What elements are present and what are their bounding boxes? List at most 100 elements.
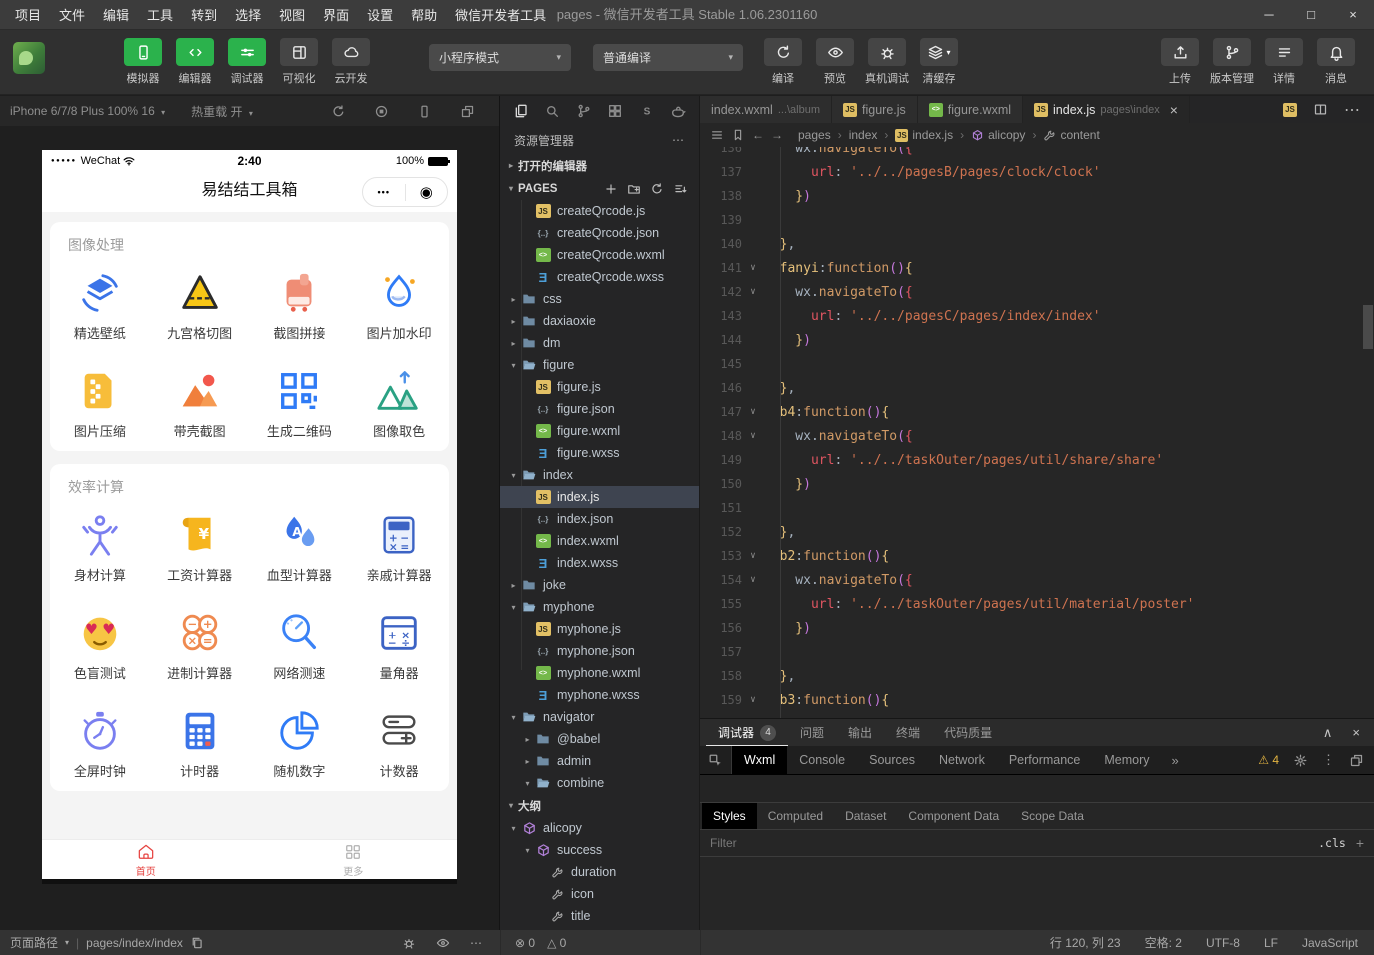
devtools-tab-sources[interactable]: Sources [857,746,927,774]
devtools-tab-wxml[interactable]: Wxml [732,746,787,774]
preview-eye-icon[interactable] [436,936,450,950]
详情-button[interactable]: 详情 [1259,38,1309,86]
真机调试-button[interactable]: 真机调试 [862,38,912,86]
menu-item-10[interactable]: 微信开发者工具 [446,5,555,24]
close-panel-icon[interactable]: × [1352,725,1360,741]
devtools-tab-network[interactable]: Network [927,746,997,774]
menu-item-9[interactable]: 帮助 [402,5,446,24]
devtools-tab-console[interactable]: Console [787,746,857,774]
more-icon[interactable]: ⋯ [470,936,482,950]
debugger-tab-输出[interactable]: 输出 [836,719,884,746]
breadcrumb-index[interactable]: index [849,128,878,142]
tree-item-createqrcode-js[interactable]: JS createQrcode.js [500,200,699,222]
debugger-tab-问题[interactable]: 问题 [788,719,836,746]
close-button[interactable]: × [1332,0,1374,30]
record-icon[interactable] [374,104,389,119]
fold-icon[interactable]: ∨ [742,431,764,441]
fold-icon[interactable]: ∨ [742,263,764,273]
encoding[interactable]: UTF-8 [1206,936,1240,950]
app-item-watermark[interactable]: 图片加水印 [349,255,449,353]
tree-item-index-json[interactable]: {..} index.json [500,508,699,530]
bookmark-icon[interactable] [731,128,745,142]
compile-mode-select[interactable]: 普通编译 ▾ [593,44,743,71]
menu-item-7[interactable]: 界面 [314,5,358,24]
more-actions-icon[interactable]: ⋯ [672,133,685,147]
app-item-ninegrid[interactable]: 九宫格切图 [150,255,250,353]
breadcrumb-content[interactable]: content [1043,128,1099,142]
tree-item-index[interactable]: ▾ index [500,464,699,486]
tree-item-title[interactable]: title [500,905,699,927]
编译-button[interactable]: 编译 [758,38,808,86]
editor-tab-figure-js[interactable]: JSfigure.js [832,96,918,123]
版本管理-button[interactable]: 版本管理 [1207,38,1257,86]
app-item-shellshot[interactable]: 带壳截图 [150,353,250,451]
menu-item-8[interactable]: 设置 [358,5,402,24]
warnings-badge[interactable]: ⚠ 4 [1258,753,1279,767]
app-item-protractor[interactable]: +×−÷ 量角器 [349,595,449,693]
minimize-button[interactable]: ─ [1248,0,1290,30]
tree-item-createqrcode-json[interactable]: {..} createQrcode.json [500,222,699,244]
styles-tab-dataset[interactable]: Dataset [834,803,897,829]
tree-item-alicopy[interactable]: ▾ alicopy [500,817,699,839]
menu-item-1[interactable]: 文件 [50,5,94,24]
language-mode[interactable]: JavaScript [1302,936,1358,950]
kebab-menu-icon[interactable]: ⋮ [1322,752,1335,768]
debugger-tab-调试器[interactable]: 调试器4 [706,719,788,746]
app-item-base[interactable]: −+×= 进制计算器 [150,595,250,693]
device-select[interactable]: iPhone 6/7/8 Plus 100% 16 ▾ [10,104,165,118]
消息-button[interactable]: 消息 [1311,38,1361,86]
app-item-compress[interactable]: 图片压缩 [50,353,150,451]
tree-item-dm[interactable]: ▸ dm [500,332,699,354]
app-item-salary[interactable]: ¥ 工资计算器 [150,497,250,595]
problems-summary[interactable]: ⊗ 0 △ 0 [500,930,700,955]
breadcrumb-pages[interactable]: pages [798,128,831,142]
wxml-element-tree[interactable] [700,775,1374,803]
tree-item-admin[interactable]: ▸ admin [500,750,699,772]
rotate-icon[interactable] [331,104,346,119]
tree-item-myphone-wxml[interactable]: <> myphone.wxml [500,662,699,684]
app-item-speed[interactable]: 网络测速 [250,595,350,693]
breadcrumb-alicopy[interactable]: alicopy [971,128,1025,142]
menu-item-2[interactable]: 编辑 [94,5,138,24]
list-icon[interactable] [710,128,724,142]
app-item-qrcode[interactable]: 生成二维码 [250,353,350,451]
newfolder-icon[interactable] [627,182,641,196]
app-item-stitch[interactable]: 截图拼接 [250,255,350,353]
tree-item-daxiaoxie[interactable]: ▸ daxiaoxie [500,310,699,332]
tree-item-joke[interactable]: ▸ joke [500,574,699,596]
tree-item-createqrcode-wxml[interactable]: <> createQrcode.wxml [500,244,699,266]
tree-item-myphone-js[interactable]: JS myphone.js [500,618,699,640]
tree-item-figure-wxml[interactable]: <> figure.wxml [500,420,699,442]
app-item-counter[interactable]: 计数器 [349,693,449,791]
activity-files-icon[interactable] [513,103,529,119]
app-item-relative[interactable]: +−×= 亲戚计算器 [349,497,449,595]
outline-section-header[interactable]: ▾大纲 [500,794,699,817]
user-avatar[interactable] [13,42,45,74]
collapse-icon[interactable] [673,182,687,196]
editor-tab-index-wxml[interactable]: index.wxml ...\album [700,96,832,123]
activity-branch-icon[interactable] [576,103,592,119]
tree-item-navigator[interactable]: ▾ navigator [500,706,699,728]
editor-tab-index-js[interactable]: JSindex.js pages\index × [1023,96,1190,123]
styles-tab-styles[interactable]: Styles [702,803,757,829]
tabbar-item-home[interactable]: 首页 [42,840,250,879]
fold-icon[interactable]: ∨ [742,407,764,417]
fold-icon[interactable]: ∨ [742,575,764,585]
tree-item-index-wxss[interactable]: Ǝ index.wxss [500,552,699,574]
app-item-clock[interactable]: 全屏时钟 [50,693,150,791]
pages-section-header[interactable]: ▾ PAGES [500,177,699,200]
可视化-button[interactable]: 可视化 [274,38,324,86]
inspect-element-icon[interactable] [700,746,732,774]
app-item-random[interactable]: 随机数字 [250,693,350,791]
add-style-button[interactable]: + [1356,835,1364,851]
app-item-body[interactable]: 身材计算 [50,497,150,595]
menu-item-0[interactable]: 项目 [6,5,50,24]
menu-item-3[interactable]: 工具 [138,5,182,24]
newfile-icon[interactable] [604,182,618,196]
styles-tab-component-data[interactable]: Component Data [897,803,1010,829]
maximize-button[interactable]: □ [1290,0,1332,30]
调试器-button[interactable]: 调试器 [222,38,272,86]
清缓存-button[interactable]: ▾ 清缓存 [914,38,964,86]
fold-icon[interactable]: ∨ [742,287,764,297]
indentation[interactable]: 空格: 2 [1145,934,1182,951]
